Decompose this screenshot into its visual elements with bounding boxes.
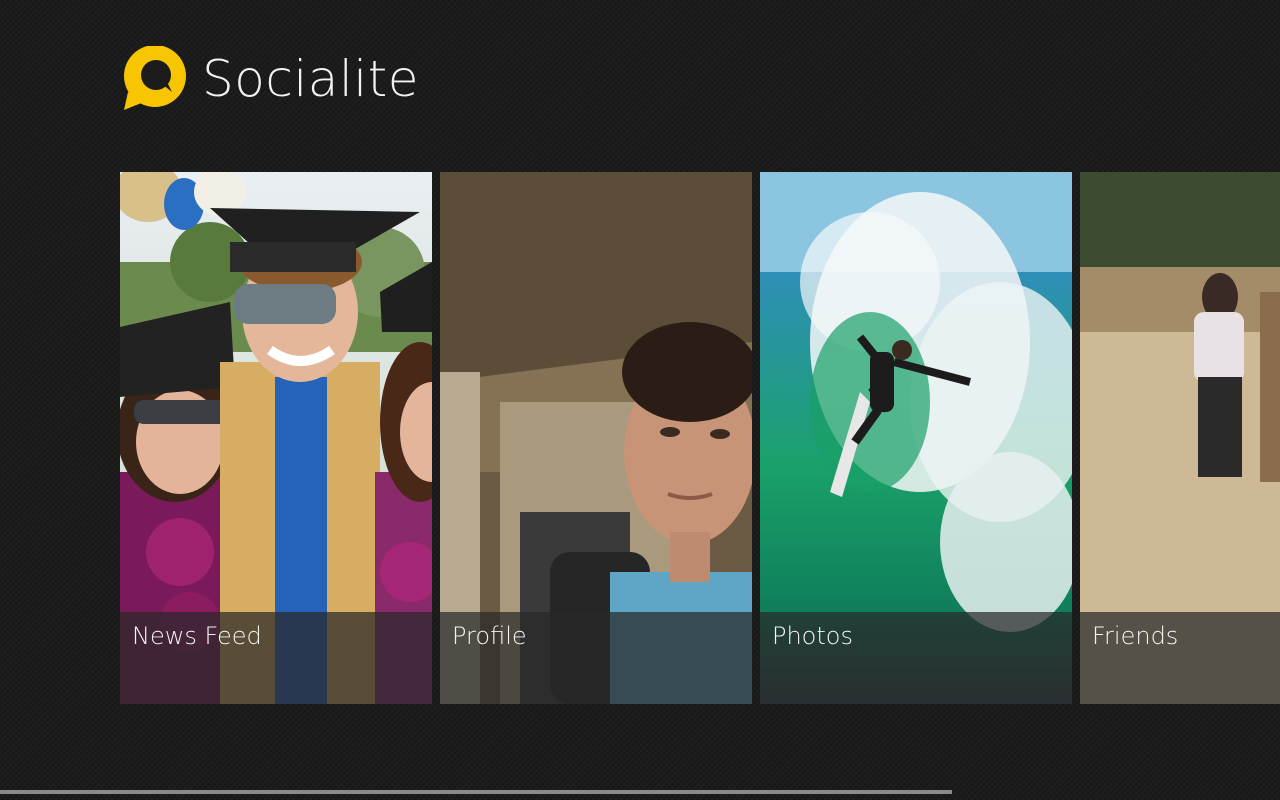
app-window: Socialite News Feed Profile Photos Frien…: [0, 0, 1280, 800]
hub-tiles: News Feed Profile Photos Friends: [120, 172, 1280, 704]
tile-caption: News Feed: [120, 612, 432, 704]
tile-friends[interactable]: Friends: [1080, 172, 1280, 704]
horizontal-scrollbar[interactable]: [0, 790, 952, 794]
tile-news-feed[interactable]: News Feed: [120, 172, 432, 704]
tile-photos[interactable]: Photos: [760, 172, 1072, 704]
app-title: Socialite: [202, 50, 419, 108]
speech-bubble-logo-icon: [122, 46, 188, 112]
tile-caption: Profile: [440, 612, 752, 704]
app-header: Socialite: [122, 46, 419, 112]
tile-caption: Friends: [1080, 612, 1280, 704]
tile-label: News Feed: [132, 622, 262, 650]
tile-profile[interactable]: Profile: [440, 172, 752, 704]
tile-caption: Photos: [760, 612, 1072, 704]
tile-label: Profile: [452, 622, 527, 650]
tile-label: Friends: [1092, 622, 1179, 650]
tile-label: Photos: [772, 622, 853, 650]
